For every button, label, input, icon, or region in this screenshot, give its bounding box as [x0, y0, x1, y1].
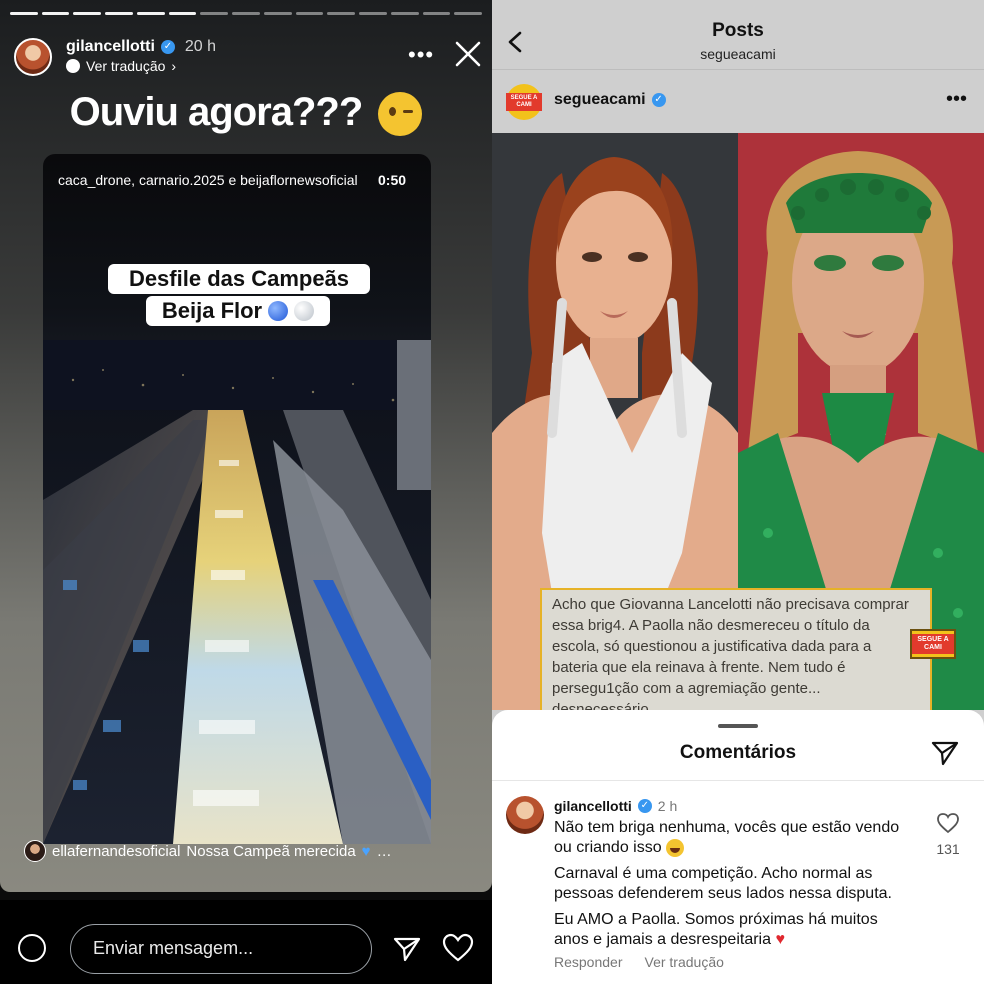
white-circle-icon: [294, 301, 315, 321]
video-caption-line2-text: Beija Flor: [161, 298, 263, 323]
story-translate-label[interactable]: Ver tradução: [86, 58, 165, 74]
post-avatar[interactable]: SEGUE A CAMI: [506, 84, 542, 120]
comment-username[interactable]: gilancellotti: [554, 798, 632, 814]
story-headline: Ouviu agora???: [0, 90, 492, 137]
comment-paragraph-2: Carnaval é uma competição. Acho normal a…: [554, 865, 892, 902]
progress-segment: [454, 12, 483, 15]
page-subtitle: segueacami: [700, 46, 776, 62]
video-caption-line1: Desfile das Campeãs: [108, 264, 370, 294]
reply-avatar: [24, 840, 46, 862]
progress-segment: [327, 12, 356, 15]
video-credit[interactable]: caca_drone, carnario.2025 e beijaflornew…: [58, 172, 358, 188]
comment-body: Não tem briga nenhuma, vocês que estão v…: [554, 818, 904, 956]
progress-segment: [105, 12, 133, 15]
progress-segment: [136, 12, 165, 15]
video-timer: 0:50: [378, 172, 407, 188]
blue-heart-icon: ♥: [361, 842, 371, 860]
brand-logo-text: SEGUE A CAMI: [912, 634, 954, 654]
camera-icon[interactable]: [18, 934, 46, 962]
wink-emoji-icon: [378, 92, 423, 137]
more-options-icon[interactable]: •••: [408, 42, 434, 68]
like-count: 131: [936, 841, 960, 857]
progress-segment: [232, 12, 260, 15]
drag-handle[interactable]: [718, 724, 758, 728]
like-heart-icon[interactable]: [936, 812, 960, 834]
reply-button[interactable]: Responder: [554, 954, 623, 970]
story-avatar[interactable]: [14, 38, 52, 76]
story-headline-text: Ouviu agora???: [69, 90, 364, 134]
progress-segment: [168, 12, 197, 15]
divider: [492, 780, 984, 781]
reply-text: Nossa Campeã merecida: [186, 842, 356, 860]
comments-sheet: Comentários gilancellotti ✓ 2 h Não tem …: [492, 710, 984, 984]
comment-paragraph-3: Eu AMO a Paolla. Somos próximas há muito…: [554, 911, 878, 948]
story-panel: gilancellotti ✓ 20 h Ver tradução › ••• …: [0, 0, 492, 984]
verified-badge-icon: ✓: [160, 40, 175, 54]
post-panel: Posts segueacami SEGUE A CAMI segueacami…: [492, 0, 984, 984]
progress-segment: [10, 12, 38, 15]
see-translation-button[interactable]: Ver tradução: [645, 954, 724, 970]
progress-segment: [200, 12, 229, 15]
post-username[interactable]: segueacami: [554, 91, 646, 109]
comment-avatar[interactable]: [506, 796, 544, 834]
comment-paragraph: Não tem briga nenhuma, vocês que estão v…: [554, 818, 904, 858]
comment-header: gilancellotti ✓ 2 h: [554, 798, 677, 814]
progress-segment: [73, 12, 102, 15]
page-title: Posts: [712, 20, 764, 41]
red-heart-icon: ♥: [775, 931, 785, 948]
blue-circle-icon: [268, 301, 289, 321]
reply-suffix: …: [376, 842, 392, 860]
comment-paragraph: Eu AMO a Paolla. Somos próximas há muito…: [554, 910, 904, 950]
comment-time: 2 h: [657, 798, 678, 814]
post-user-row[interactable]: segueacami ✓: [554, 91, 666, 109]
story-progress-bar: [10, 12, 483, 15]
story-username[interactable]: gilancellotti: [66, 38, 155, 56]
heart-icon[interactable]: [442, 932, 474, 964]
progress-segment: [41, 12, 70, 15]
globe-icon: [66, 59, 80, 73]
progress-segment: [359, 12, 387, 15]
brand-logo: SEGUE A CAMI: [910, 629, 956, 659]
shared-reply[interactable]: ellafernandesoficial Nossa Campeã mereci…: [24, 840, 392, 862]
story-time: 20 h: [184, 38, 217, 55]
sambadrome-aerial-image: [43, 340, 431, 844]
send-icon[interactable]: [392, 934, 422, 964]
progress-segment: [263, 12, 292, 15]
comment-paragraph-1: Não tem briga nenhuma, vocês que estão v…: [554, 819, 900, 856]
post-avatar-logo: SEGUE A CAMI: [506, 93, 542, 111]
comment-actions: Responder Ver tradução: [554, 954, 724, 970]
post-caption: Acho que Giovanna Lancelotti não precisa…: [540, 588, 932, 726]
progress-segment: [295, 12, 324, 15]
more-options-icon[interactable]: •••: [946, 88, 967, 111]
progress-segment: [422, 12, 451, 15]
comments-title: Comentários: [679, 742, 797, 763]
send-icon[interactable]: [930, 738, 960, 768]
message-input[interactable]: Enviar mensagem...: [70, 924, 372, 974]
chevron-right-icon: ›: [171, 58, 177, 74]
verified-badge-icon: ✓: [637, 799, 652, 813]
reply-username[interactable]: ellafernandesoficial: [52, 843, 180, 860]
story-translate-link[interactable]: Ver tradução ›: [66, 58, 176, 74]
progress-segment: [390, 12, 419, 15]
laughing-emoji-icon: [666, 838, 685, 857]
verified-badge-icon: ✓: [651, 93, 666, 107]
post-header: Posts segueacami: [492, 0, 984, 70]
close-icon[interactable]: [454, 40, 482, 68]
story-user-row[interactable]: gilancellotti ✓ 20 h: [66, 38, 216, 56]
video-caption-line2: Beija Flor: [146, 296, 330, 326]
